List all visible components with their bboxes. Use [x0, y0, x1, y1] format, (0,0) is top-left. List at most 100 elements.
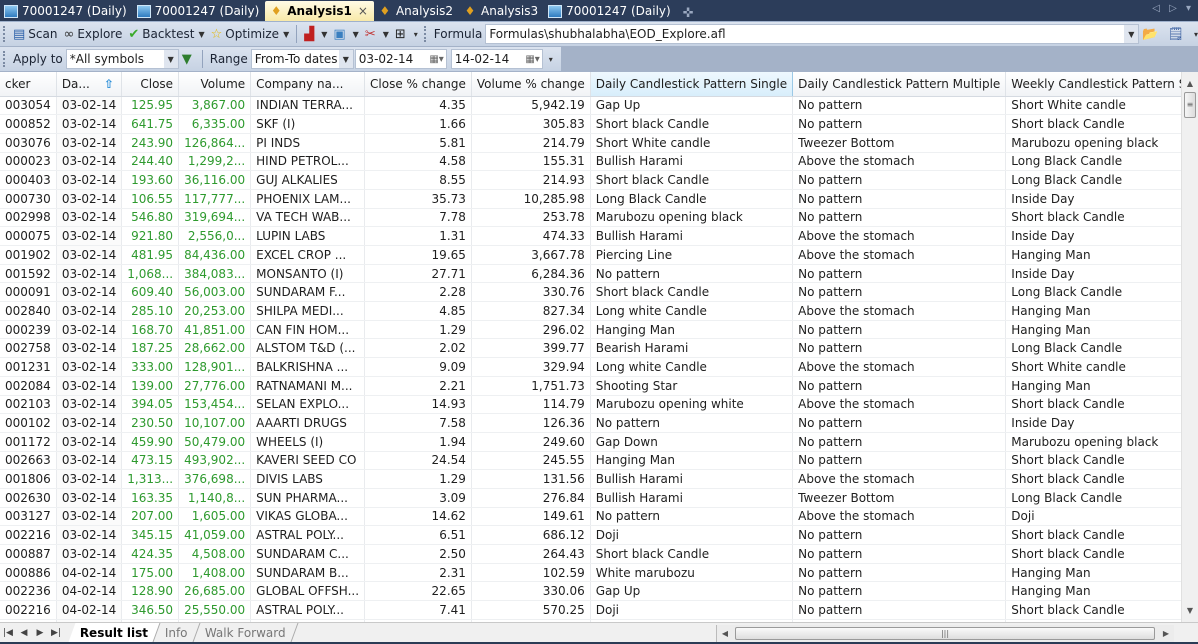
chart-dropdown-icon[interactable]: ▼	[321, 30, 327, 39]
tools-button[interactable]: ✂ ▼	[362, 23, 392, 45]
column-header[interactable]: Volume	[178, 72, 252, 97]
table-row[interactable]: 001231 03-02-14 333.00 128,901... BALKRISHNA…	[0, 357, 1198, 377]
table-row[interactable]: 002084 03-02-14 139.00 27,776.00 RATNAMANI M…	[0, 376, 1198, 396]
layout-button[interactable]: ▣ ▼	[330, 23, 361, 45]
table-row[interactable]: 002630 03-02-14 163.35 1,140,8... SUN PHARMA…	[0, 488, 1198, 508]
table-cell: SHILPA MEDI...	[250, 301, 366, 321]
table-row[interactable]: 000023 03-02-14 244.40 1,299,2... HIND PETRO…	[0, 152, 1198, 172]
sheet-tab[interactable]: Result list	[68, 623, 161, 642]
table-row[interactable]: 000887 03-02-14 424.35 4,508.00 SUNDARAM C..…	[0, 544, 1198, 564]
toolbar-grip[interactable]	[3, 26, 7, 42]
table-row[interactable]: 001806 03-02-14 1,313... 376,698... DIVIS LA…	[0, 469, 1198, 489]
table-cell: 2.28	[364, 282, 472, 303]
table-row[interactable]: 001172 03-02-14 459.90 50,479.00 WHEELS (I) 1…	[0, 432, 1198, 452]
column-header[interactable]: Da... ⇧	[56, 72, 123, 97]
table-row[interactable]: 000091 03-02-14 609.40 56,003.00 SUNDARAM F.…	[0, 282, 1198, 303]
optimize-button[interactable]: ☆ Optimize ▼	[208, 23, 293, 45]
table-row[interactable]: 002663 03-02-14 473.15 493,902... KAVERI SEE…	[0, 451, 1198, 471]
document-tab[interactable]: 70001247 (Daily)	[544, 1, 677, 21]
column-header[interactable]: Daily Candlestick Pattern Multiple	[792, 72, 1007, 97]
document-tab[interactable]: ♦ Analysis2	[374, 1, 459, 21]
range-dropdown-icon[interactable]: ▼	[338, 50, 353, 68]
table-row[interactable]: 003127 03-02-14 207.00 1,605.00 VIKAS GLOBA.…	[0, 507, 1198, 527]
table-row[interactable]: 000102 03-02-14 230.50 10,107.00 AAARTI DRUG…	[0, 413, 1198, 433]
column-header[interactable]: Close	[121, 72, 180, 97]
formula-overflow-icon[interactable]: ▾	[1194, 30, 1198, 39]
vertical-scrollbar[interactable]: ▲ ≡ ▼	[1181, 72, 1198, 622]
new-tab-icon[interactable]: ✜	[677, 6, 700, 21]
backtest-dropdown-icon[interactable]: ▼	[198, 30, 204, 39]
from-date-field[interactable]: 03-02-14 ▦▾	[354, 49, 447, 69]
table-row[interactable]: 000730 03-02-14 106.55 117,777... PHOENIX LA…	[0, 189, 1198, 209]
table-row[interactable]: 000403 03-02-14 193.60 36,116.00 GUJ ALKALIE…	[0, 170, 1198, 190]
table-row[interactable]: 001592 03-02-14 1,068... 384,083... MONSANTO…	[0, 264, 1198, 284]
scroll-left-icon[interactable]: ◀	[717, 625, 733, 642]
table-row[interactable]: 002840 03-02-14 285.10 20,253.00 SHILPA MEDI…	[0, 301, 1198, 321]
layout-dropdown-icon[interactable]: ▼	[353, 30, 359, 39]
table-row[interactable]: 002758 03-02-14 187.25 28,662.00 ALSTOM T&D …	[0, 338, 1198, 359]
table-row[interactable]: 002103 03-02-14 394.05 153,454... SELAN EXPL…	[0, 395, 1198, 415]
column-header[interactable]: Daily Candlestick Pattern Single	[590, 72, 794, 97]
table-row[interactable]: 003076 03-02-14 243.90 126,864... PI INDS 5.8…	[0, 133, 1198, 153]
column-header[interactable]: Company na...	[250, 72, 366, 97]
table-row[interactable]: 000075 03-02-14 921.80 2,556,0... LUPIN LABS…	[0, 226, 1198, 246]
tools-dropdown-icon[interactable]: ▼	[383, 30, 389, 39]
optimize-dropdown-icon[interactable]: ▼	[283, 30, 289, 39]
column-header[interactable]: cker	[0, 72, 57, 97]
report-chart-button[interactable]: ▟ ▼	[301, 23, 330, 45]
document-tab-label: 70001247 (Daily)	[566, 4, 671, 18]
apply-to-dropdown-icon[interactable]: ▼	[163, 50, 178, 68]
edit-formula-button[interactable]: 🗒	[1164, 23, 1190, 45]
apply-to-select[interactable]: *All symbols ▼	[65, 49, 179, 69]
scroll-down-icon[interactable]: ▼	[1182, 602, 1198, 619]
table-row[interactable]: 002236 04-02-14 128.90 26,685.00 GLOBAL OFFS…	[0, 581, 1198, 602]
vertical-scroll-thumb[interactable]: ≡	[1184, 92, 1196, 118]
backtest-button[interactable]: ✔ Backtest ▼	[125, 23, 207, 45]
to-date-field[interactable]: 14-02-14 ▦▾	[450, 49, 543, 69]
first-sheet-icon[interactable]: |◀	[0, 625, 16, 641]
filter-button[interactable]: ▼	[179, 48, 198, 70]
table-cell: 35.73	[364, 189, 472, 209]
column-header[interactable]: Close % change	[364, 72, 472, 97]
calendar-icon[interactable]: ▦▾	[429, 54, 443, 65]
table-cell: Short black Candle	[590, 114, 794, 134]
close-icon[interactable]: ×	[358, 4, 368, 18]
prev-sheet-icon[interactable]: ◀	[16, 625, 32, 641]
document-tab[interactable]: ♦ Analysis1 ×	[265, 1, 374, 21]
formula-grip[interactable]	[423, 26, 428, 42]
table-row[interactable]: 000239 03-02-14 168.70 41,851.00 CAN FIN HOM…	[0, 320, 1198, 340]
table-row[interactable]: 003054 03-02-14 125.95 3,867.00 INDIAN TERRA…	[0, 96, 1198, 116]
formula-path-field[interactable]: Formulas\shubhalabha\EOD_Explore.afl ▼	[485, 24, 1140, 44]
table-row[interactable]: 002216 04-02-14 346.50 25,550.00 ASTRAL POLY…	[0, 600, 1198, 620]
filter-grip[interactable]	[3, 51, 7, 67]
horizontal-scroll-thumb[interactable]: |||	[735, 627, 1155, 640]
last-sheet-icon[interactable]: ▶|	[48, 625, 64, 641]
analysis-icon: ♦	[464, 3, 476, 18]
table-row[interactable]: 002216 03-02-14 345.15 41,059.00 ASTRAL POLY…	[0, 525, 1198, 545]
scroll-up-icon[interactable]: ▲	[1182, 75, 1198, 92]
document-tab[interactable]: 70001247 (Daily)	[133, 1, 266, 21]
document-tab[interactable]: ♦ Analysis3	[459, 1, 544, 21]
horizontal-scrollbar[interactable]: ◀ ||| ▶	[716, 625, 1174, 642]
range-select[interactable]: From-To dates ▼	[250, 49, 354, 69]
sheet-tab[interactable]: Walk Forward	[193, 623, 299, 642]
calendar-icon[interactable]: ▦▾	[525, 54, 539, 65]
tab-navigation-icons[interactable]: ◁ ▷ ▾	[1152, 3, 1194, 14]
explore-button[interactable]: ∞ Explore	[60, 23, 125, 45]
filter-overflow-icon[interactable]: ▾	[549, 55, 553, 64]
table-row[interactable]: 000852 03-02-14 641.75 6,335.00 SKF (I) 1.66 3…	[0, 114, 1198, 134]
open-formula-button[interactable]: 📂	[1139, 23, 1164, 45]
scan-button[interactable]: ▤ Scan	[10, 23, 60, 45]
scroll-right-icon[interactable]: ▶	[1158, 625, 1174, 642]
settings-button[interactable]: ⊞	[392, 23, 412, 45]
column-header[interactable]: Volume % change	[471, 72, 591, 97]
table-row[interactable]: 000886 04-02-14 175.00 1,408.00 SUNDARAM B..…	[0, 563, 1198, 583]
table-cell: 03-02-14	[56, 264, 123, 284]
table-row[interactable]: 002998 03-02-14 546.80 319,694... VA TECH WA…	[0, 208, 1198, 228]
column-header[interactable]: Weekly Candlestick Pattern Single	[1005, 72, 1198, 97]
formula-dropdown-icon[interactable]: ▼	[1124, 25, 1139, 43]
document-tab[interactable]: 70001247 (Daily)	[0, 1, 133, 21]
toolbar-overflow-icon[interactable]: ▾	[414, 30, 418, 39]
table-row[interactable]: 001902 03-02-14 481.95 84,436.00 EXCEL CROP …	[0, 245, 1198, 265]
next-sheet-icon[interactable]: ▶	[32, 625, 48, 641]
